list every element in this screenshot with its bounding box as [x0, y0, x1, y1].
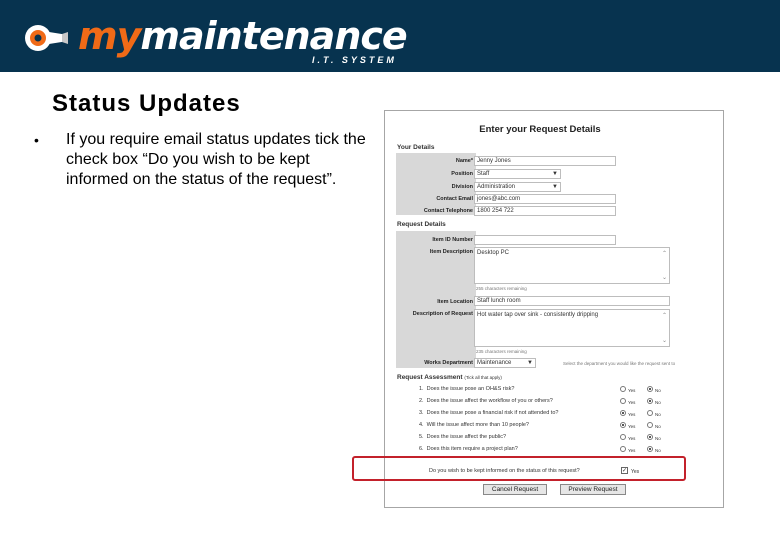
q2-no-label: No: [655, 400, 661, 405]
phone-field[interactable]: 1800 254 722: [474, 206, 616, 216]
your-details-heading: Your Details: [397, 144, 435, 151]
item-id-field[interactable]: [474, 235, 616, 245]
division-value: Administration: [477, 184, 516, 190]
brand-wordmark: mymaintenance: [78, 14, 408, 58]
works-dept-hint: Select the department you would like the…: [563, 361, 676, 366]
request-desc-label: Description of Request: [412, 311, 473, 317]
question-text: Does the issue pose a financial risk if …: [426, 410, 559, 416]
q5-no-radio[interactable]: [647, 434, 653, 440]
chevron-down-icon: ▼: [552, 171, 558, 177]
scroll-up-icon: ⌃: [661, 313, 667, 319]
assessment-question-5: 5. Does the issue affect the public?: [419, 434, 506, 440]
request-desc-value: Hot water tap over sink - consistently d…: [477, 312, 599, 318]
question-number: 6.: [419, 446, 424, 452]
division-select[interactable]: Administration ▼: [474, 182, 561, 192]
assessment-question-1: 1. Does the issue pose an OH&S risk?: [419, 386, 514, 392]
page-title: Status Updates: [52, 90, 241, 117]
q3-no-label: No: [655, 412, 661, 417]
bullet-marker: •: [34, 132, 39, 148]
name-field[interactable]: Jenny Jones: [474, 156, 616, 166]
q1-no-radio[interactable]: [647, 386, 653, 392]
assessment-heading: Request Assessment (Tick all that apply): [397, 374, 502, 381]
preview-request-button[interactable]: Preview Request: [560, 484, 626, 495]
assessment-question-3: 3. Does the issue pose a financial risk …: [419, 410, 558, 416]
assessment-question-2: 2. Does the issue affect the workflow of…: [419, 398, 553, 404]
question-number: 3.: [419, 410, 424, 416]
q6-no-radio[interactable]: [647, 446, 653, 452]
brand-maintenance: maintenance: [140, 14, 407, 58]
request-desc-textarea[interactable]: Hot water tap over sink - consistently d…: [474, 309, 670, 347]
bullet-text: If you require email status updates tick…: [66, 131, 366, 188]
works-dept-value: Maintenance: [477, 360, 512, 366]
request-form-screenshot: Enter your Request Details Your Details …: [384, 110, 724, 508]
question-number: 1.: [419, 386, 424, 392]
item-desc-textarea[interactable]: Desktop PC ⌃ ⌄: [474, 247, 670, 284]
position-label: Position: [451, 171, 473, 177]
chevron-down-icon: ▼: [527, 360, 533, 366]
q4-yes-label: Yes: [628, 424, 636, 429]
cancel-request-button[interactable]: Cancel Request: [483, 484, 547, 495]
email-label: Contact Email: [436, 196, 473, 202]
question-number: 4.: [419, 422, 424, 428]
brand-my: my: [78, 14, 141, 58]
highlight-box: [352, 456, 686, 481]
q5-yes-radio[interactable]: [620, 434, 626, 440]
q4-yes-radio[interactable]: [620, 422, 626, 428]
q3-yes-label: Yes: [628, 412, 636, 417]
question-text: Does the issue pose an OH&S risk?: [426, 386, 515, 392]
q1-yes-radio[interactable]: [620, 386, 626, 392]
question-number: 2.: [419, 398, 424, 404]
item-location-label: Item Location: [437, 299, 473, 305]
scroll-up-icon: ⌃: [661, 251, 667, 257]
request-desc-char-count: 235 characters remaining: [476, 349, 527, 354]
q1-no-label: No: [655, 388, 661, 393]
q4-no-radio[interactable]: [647, 422, 653, 428]
q3-yes-radio[interactable]: [620, 410, 626, 416]
assessment-note: (Tick all that apply): [464, 375, 502, 380]
q1-yes-label: Yes: [628, 388, 636, 393]
assessment-question-4: 4. Will the issue affect more than 10 pe…: [419, 422, 529, 428]
item-desc-char-count: 255 characters remaining: [476, 286, 527, 291]
works-dept-label: Works Department: [424, 360, 473, 366]
item-desc-label: Item Description: [429, 249, 473, 255]
q5-no-label: No: [655, 436, 661, 441]
position-value: Staff: [477, 171, 490, 177]
question-text: Does the issue affect the public?: [426, 434, 507, 440]
email-field[interactable]: jones@abc.com: [474, 194, 616, 204]
item-id-label: Item ID Number: [432, 237, 473, 243]
name-label: Name*: [455, 158, 473, 164]
chevron-down-icon: ▼: [552, 184, 558, 190]
phone-label: Contact Telephone: [423, 208, 473, 214]
q6-no-label: No: [655, 448, 661, 453]
form-title: Enter your Request Details: [479, 124, 601, 135]
q4-no-label: No: [655, 424, 661, 429]
q2-yes-label: Yes: [628, 400, 636, 405]
scroll-down-icon: ⌄: [661, 275, 667, 281]
q5-yes-label: Yes: [628, 436, 636, 441]
scroll-down-icon: ⌄: [661, 338, 667, 344]
assessment-title: Request Assessment: [397, 374, 463, 381]
works-dept-select[interactable]: Maintenance ▼: [474, 358, 536, 368]
question-text: Will the issue affect more than 10 peopl…: [426, 422, 529, 428]
position-select[interactable]: Staff ▼: [474, 169, 561, 179]
question-number: 5.: [419, 434, 424, 440]
q2-yes-radio[interactable]: [620, 398, 626, 404]
question-text: Does this item require a project plan?: [426, 446, 518, 452]
division-label: Division: [451, 184, 473, 190]
q2-no-radio[interactable]: [647, 398, 653, 404]
item-desc-value: Desktop PC: [477, 250, 510, 256]
q3-no-radio[interactable]: [647, 410, 653, 416]
q6-yes-label: Yes: [628, 448, 636, 453]
wrench-gear-logo-icon: [25, 25, 68, 51]
header-banner: mymaintenance I.T. SYSTEM: [0, 0, 780, 72]
question-text: Does the issue affect the workflow of yo…: [426, 398, 553, 404]
brand-tagline: I.T. SYSTEM: [312, 55, 397, 65]
assessment-question-6: 6. Does this item require a project plan…: [419, 446, 518, 452]
q6-yes-radio[interactable]: [620, 446, 626, 452]
item-location-field[interactable]: Staff lunch room: [474, 296, 670, 306]
request-details-heading: Request Details: [397, 221, 446, 228]
